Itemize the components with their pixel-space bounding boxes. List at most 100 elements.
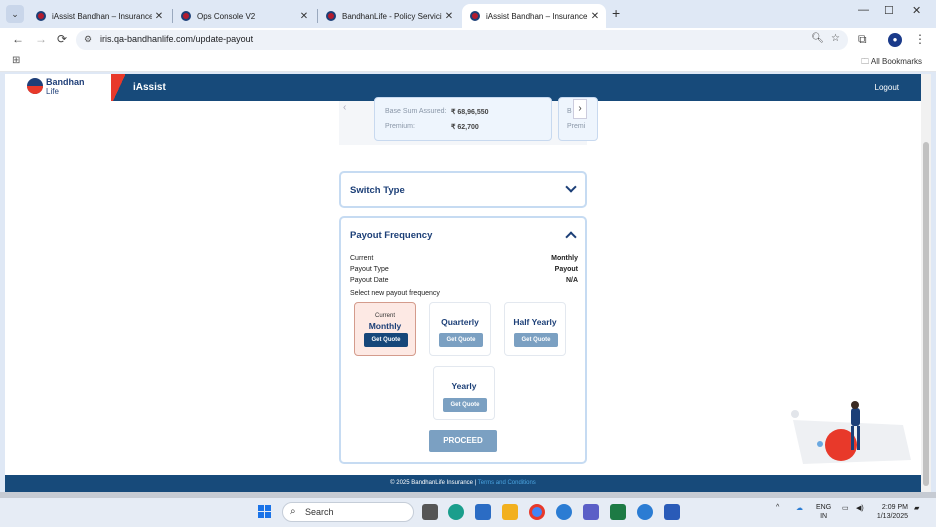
current-value: Monthly [551,255,578,262]
option-monthly-card[interactable]: Current Monthly Get Quote [354,302,416,356]
option-quarterly-card[interactable]: Quarterly Get Quote [429,302,491,356]
zoom-icon[interactable]: 🔍︎ [811,33,824,44]
carousel-prev-icon[interactable]: ‹ [343,102,346,113]
get-quote-button[interactable]: Get Quote [514,333,558,347]
url-input[interactable]: ⚙ iris.qa-bandhanlife.com/update-payout … [76,30,848,50]
close-icon[interactable]: ✕ [152,11,166,22]
switch-type-accordion[interactable]: Switch Type [339,171,587,208]
page-footer: © 2025 BandhanLife Insurance | Terms and… [5,475,921,492]
notification-icon[interactable]: ▰ [914,504,919,512]
illus-dot [817,441,823,447]
site-info-icon[interactable]: ⚙ [84,34,92,45]
chevron-down-icon[interactable] [565,181,577,193]
excel-icon[interactable] [610,504,626,520]
back-icon[interactable]: ← [12,32,24,46]
payout-type-row: Payout Type Payout [350,266,578,273]
bookmarks-bar: ⊞ 🗀 All Bookmarks [0,52,936,72]
tab-title: iAssist Bandhan – Insurance Se [52,11,152,21]
minimize-icon[interactable]: — [858,4,869,16]
bookmark-star-icon[interactable]: ☆ [831,33,840,44]
clock-date: 1/13/2025 [876,513,908,520]
get-quote-button[interactable]: Get Quote [439,333,483,347]
word-icon[interactable] [664,504,680,520]
extensions-icon[interactable]: ⧉ [858,32,867,47]
network-icon[interactable]: ▭ [842,504,849,512]
tray-chevron-icon[interactable]: ^ [776,504,779,511]
current-label: Current [350,255,374,262]
option-name: Yearly [451,381,477,391]
file-explorer-icon[interactable] [502,504,518,520]
copyright-text: © 2025 BandhanLife Insurance | [390,480,477,486]
forward-icon[interactable]: → [35,32,47,46]
current-row: Current Monthly [350,255,578,262]
payout-frequency-title[interactable]: Payout Frequency [350,230,432,241]
tab-title: Ops Console V2 [197,11,256,21]
illus-person-body [851,408,860,426]
illus-person-leg [851,426,854,450]
close-icon[interactable]: ✕ [442,11,456,22]
favicon-icon [470,11,480,21]
page-scrollbar[interactable] [921,74,931,492]
get-quote-button[interactable]: Get Quote [443,398,487,412]
all-bookmarks-link[interactable]: 🗀 All Bookmarks [861,56,922,70]
app-icon[interactable] [475,504,491,520]
teams-icon[interactable] [583,504,599,520]
favicon-icon [181,11,191,21]
option-yearly-card[interactable]: Yearly Get Quote [433,366,495,420]
policy-card[interactable]: Base Sum Assured: ₹ 68,96,550 Premium: ₹… [374,97,552,141]
browser-tab-4-active[interactable]: iAssist Bandhan – Insurance Se ✕ [462,4,606,28]
apps-grid-icon[interactable]: ⊞ [12,55,20,66]
proceed-button[interactable]: PROCEED [429,430,497,452]
tab-search-icon[interactable]: ⌄ [6,5,24,23]
scrollbar-thumb[interactable] [923,142,929,486]
logout-link[interactable]: Logout [875,83,899,92]
address-bar-row: ← → ⟳ ⚙ iris.qa-bandhanlife.com/update-p… [0,28,936,52]
all-bookmarks-label: All Bookmarks [870,57,922,66]
current-caption: Current [374,313,395,319]
base-sum-value: ₹ 68,96,550 [451,109,489,116]
policy-carousel: Base Sum Assured: ₹ 68,96,550 Premium: ₹… [339,97,598,145]
bandhan-logo-icon[interactable] [27,78,43,94]
new-tab-icon[interactable]: + [612,5,620,21]
premium-row: Premium: ₹ 62,700 [385,123,479,131]
reload-icon[interactable]: ⟳ [57,32,67,46]
window-close-icon[interactable]: ✕ [912,4,921,17]
browser-tab-2[interactable]: Ops Console V2 ✕ [173,4,315,28]
taskbar-search-input[interactable]: ⌕ Search [282,502,414,522]
terms-link[interactable]: Terms and Conditions [478,480,536,486]
option-half-yearly-card[interactable]: Half Yearly Get Quote [504,302,566,356]
logo-subtext: Life [46,87,59,96]
maximize-icon[interactable]: ☐ [884,4,894,17]
edge-icon[interactable] [448,504,464,520]
next-base-label: B [567,108,572,115]
volume-icon[interactable]: ◀) [856,504,864,512]
close-icon[interactable]: ✕ [588,11,602,22]
internet-explorer-icon[interactable] [556,504,572,520]
close-icon[interactable]: ✕ [297,11,311,22]
favicon-icon [36,11,46,21]
option-name: Half Yearly [513,317,557,327]
windows-start-icon[interactable] [258,505,272,519]
task-view-icon[interactable] [422,504,438,520]
payout-type-value: Payout [554,266,578,273]
get-quote-button[interactable]: Get Quote [364,333,408,347]
browser-tab-3[interactable]: BandhanLife - Policy Servicing ✕ [318,4,460,28]
select-frequency-label: Select new payout frequency [350,290,440,297]
chevron-up-icon[interactable] [565,231,577,243]
option-name: Quarterly [441,317,479,327]
favicon-icon [326,11,336,21]
region-code: IN [820,513,828,520]
profile-avatar-icon[interactable]: ● [888,33,902,47]
search-placeholder: Search [305,507,334,517]
browser-menu-icon[interactable]: ⋮ [914,32,926,46]
chrome-icon[interactable] [529,504,545,520]
carousel-next-icon[interactable]: › [573,99,587,119]
url-text: iris.qa-bandhanlife.com/update-payout [100,34,254,44]
tab-title: iAssist Bandhan – Insurance Se [486,11,588,21]
onedrive-icon[interactable]: ☁ [796,504,803,512]
language-indicator[interactable]: ENG IN [816,503,831,521]
browser-tab-1[interactable]: iAssist Bandhan – Insurance Se ✕ [28,4,170,28]
payout-type-label: Payout Type [350,266,389,273]
browser-app-icon[interactable] [637,504,653,520]
taskbar-clock[interactable]: 2:09 PM 1/13/2025 [877,503,908,521]
